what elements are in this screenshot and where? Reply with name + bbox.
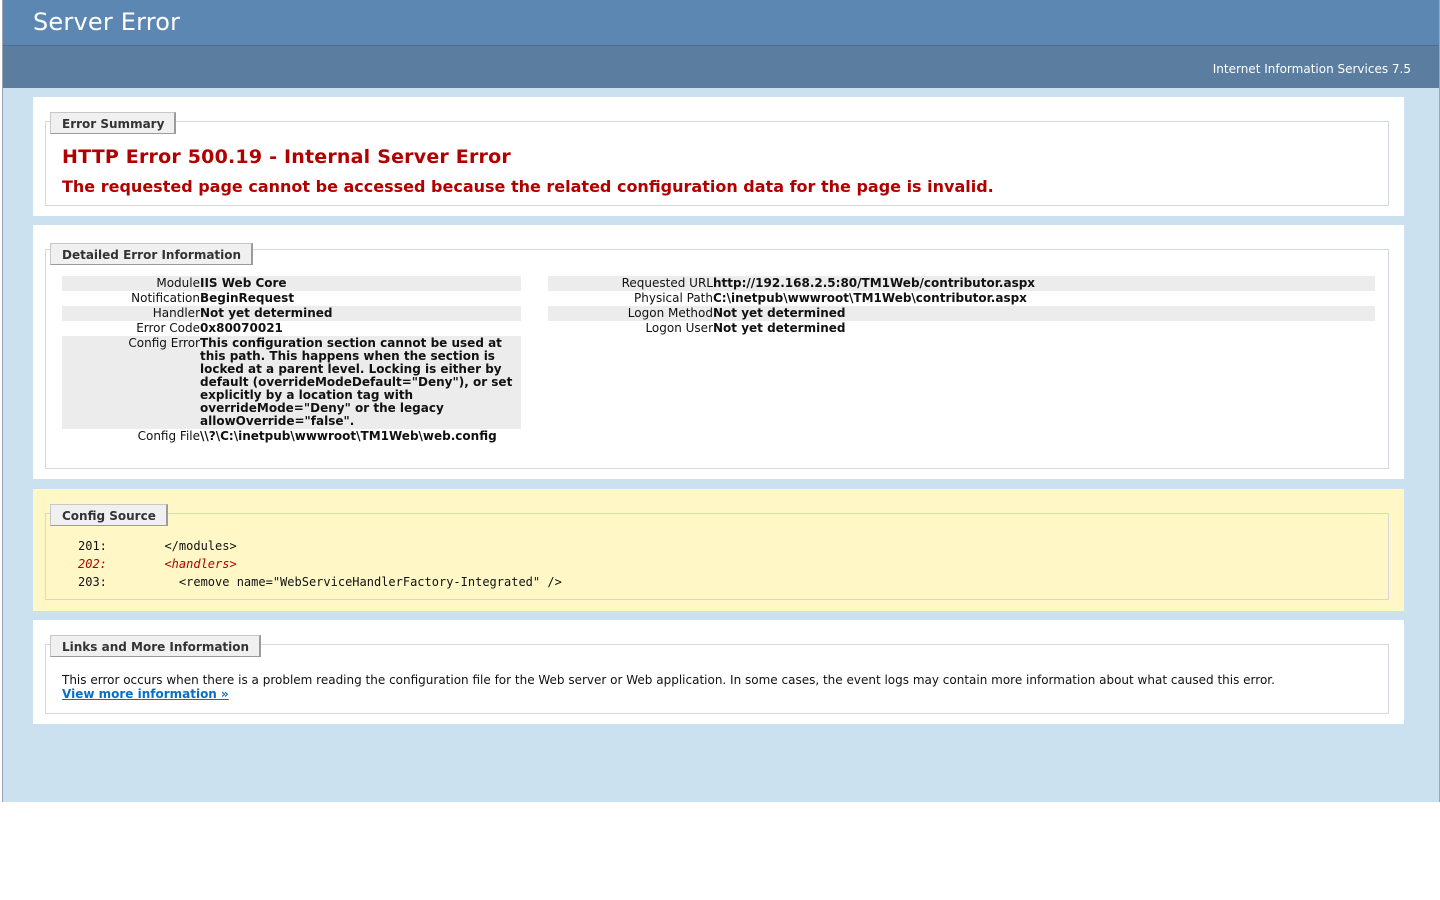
code-line-highlighted: 202: <handlers> — [78, 557, 237, 571]
header-bar: Server Error — [3, 0, 1439, 46]
config-source-panel: Config Source 201: </modules> 202: <hand… — [33, 489, 1404, 611]
detail-value: IIS Web Core — [200, 276, 521, 291]
table-row: Logon Method Not yet determined — [548, 306, 1375, 321]
detail-label: Module — [62, 276, 200, 291]
error-summary-box: Error Summary HTTP Error 500.19 - Intern… — [45, 112, 1389, 206]
table-row: Requested URL http://192.168.2.5:80/TM1W… — [548, 276, 1375, 291]
detail-table-left: Module IIS Web Core Notification BeginRe… — [62, 276, 521, 444]
detail-label: Notification — [131, 291, 200, 305]
page-title: Server Error — [33, 8, 181, 36]
line-code: <remove name="WebServiceHandlerFactory-I… — [150, 575, 562, 589]
code-line: 203: <remove name="WebServiceHandlerFact… — [78, 575, 562, 589]
detail-value: Not yet determined — [200, 306, 521, 321]
error-description: The requested page cannot be accessed be… — [62, 177, 994, 196]
detail-label: Logon User — [645, 321, 713, 335]
detail-value: 0x80070021 — [200, 321, 283, 335]
page-frame: Server Error Internet Information Servic… — [2, 0, 1440, 802]
view-more-information-link[interactable]: View more information » — [62, 687, 229, 701]
detail-label: Config File — [137, 429, 200, 443]
table-row: Config File \\?\C:\inetpub\wwwroot\TM1We… — [62, 429, 521, 444]
detailed-error-panel: Detailed Error Information Module IIS We… — [33, 225, 1404, 479]
detail-label: Requested URL — [548, 276, 713, 291]
links-box: Links and More Information This error oc… — [45, 635, 1389, 714]
detail-label: Logon Method — [548, 306, 713, 321]
table-row: Module IIS Web Core — [62, 276, 521, 291]
detailed-error-legend: Detailed Error Information — [50, 243, 254, 265]
detail-value: \\?\C:\inetpub\wwwroot\TM1Web\web.config — [200, 429, 497, 443]
line-number: 201: — [78, 539, 107, 553]
links-panel: Links and More Information This error oc… — [33, 620, 1404, 724]
detail-label: Config Error — [62, 336, 200, 429]
table-row: Physical Path C:\inetpub\wwwroot\TM1Web\… — [548, 291, 1375, 306]
links-description: This error occurs when there is a proble… — [62, 673, 1275, 687]
error-summary-legend: Error Summary — [50, 112, 177, 134]
config-source-box: Config Source 201: </modules> 202: <hand… — [45, 504, 1389, 600]
line-code: </modules> — [150, 539, 237, 553]
line-number: 203: — [78, 575, 107, 589]
detail-table-right: Requested URL http://192.168.2.5:80/TM1W… — [548, 276, 1375, 336]
table-row: Handler Not yet determined — [62, 306, 521, 321]
code-line: 201: </modules> — [78, 539, 237, 553]
detail-label: Physical Path — [634, 291, 713, 305]
table-row: Notification BeginRequest — [62, 291, 521, 306]
links-legend: Links and More Information — [50, 635, 262, 657]
error-title: HTTP Error 500.19 - Internal Server Erro… — [62, 146, 511, 168]
line-number: 202: — [78, 557, 107, 571]
detail-value: Not yet determined — [713, 321, 846, 335]
server-version: Internet Information Services 7.5 — [1212, 62, 1411, 76]
error-summary-panel: Error Summary HTTP Error 500.19 - Intern… — [33, 97, 1404, 216]
subheader-bar: Internet Information Services 7.5 — [3, 46, 1439, 88]
table-row: Config Error This configuration section … — [62, 336, 521, 429]
detail-value: C:\inetpub\wwwroot\TM1Web\contributor.as… — [713, 291, 1027, 305]
detail-label: Handler — [62, 306, 200, 321]
table-row: Logon User Not yet determined — [548, 321, 1375, 336]
detail-value: BeginRequest — [200, 291, 295, 305]
detail-value: Not yet determined — [713, 306, 1375, 321]
config-source-legend: Config Source — [50, 504, 168, 526]
line-code: <handlers> — [150, 557, 237, 571]
detail-label: Error Code — [136, 321, 200, 335]
config-error-value: This configuration section cannot be use… — [200, 336, 521, 429]
detailed-error-box: Detailed Error Information Module IIS We… — [45, 243, 1389, 469]
detail-value: http://192.168.2.5:80/TM1Web/contributor… — [713, 276, 1375, 291]
table-row: Error Code 0x80070021 — [62, 321, 521, 336]
